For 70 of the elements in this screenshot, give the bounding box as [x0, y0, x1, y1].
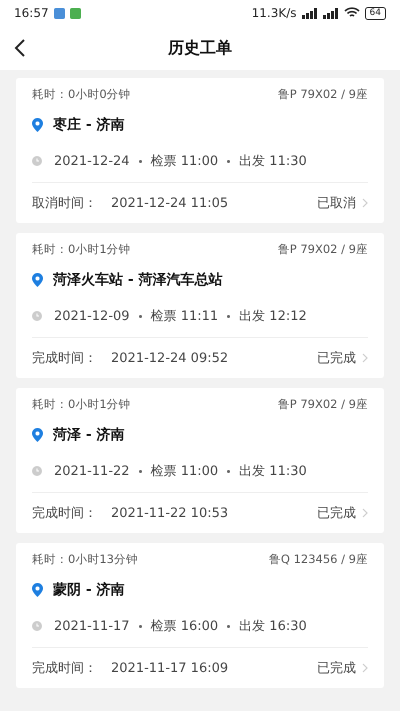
order-card[interactable]: 耗时：0小时1分钟 鲁P 79X02 / 9座 菏泽 - 济南 2021-11-22 检票 11:00 出发 11:30 完成时间： 2021-11-22 10:53 已完成: [16, 388, 384, 533]
location-pin-icon: [32, 583, 43, 597]
app-icon: [54, 8, 65, 18]
order-status: 已完成: [317, 660, 356, 677]
clock-time: 16:57: [14, 6, 49, 20]
order-status: 已取消: [317, 195, 356, 212]
chevron-right-icon: [362, 508, 368, 518]
order-card[interactable]: 耗时：0小时1分钟 鲁P 79X02 / 9座 菏泽火车站 - 菏泽汽车总站 2021-12-09 检票 11:11 出发 12:12 完成时间： 2021-12-24 09:52 已完成: [16, 233, 384, 378]
page-title: 历史工单: [168, 38, 232, 58]
duration-text: 耗时：0小时13分钟: [32, 552, 138, 566]
dot-icon: [227, 624, 230, 628]
time-value: 2021-11-22 10:53: [111, 506, 228, 520]
depart-time: 出发 12:12: [239, 308, 307, 325]
checkin-time: 检票 11:11: [150, 308, 218, 325]
time-label: 完成时间：: [32, 505, 97, 522]
dot-icon: [138, 314, 142, 318]
dot-icon: [227, 470, 230, 472]
chevron-right-icon: [362, 198, 368, 208]
date-text: 2021-11-22: [54, 464, 130, 478]
date-text: 2021-11-17: [54, 618, 130, 634]
time-label: 取消时间：: [32, 195, 97, 212]
route-text: 蒙阴 - 济南: [53, 581, 125, 599]
date-text: 2021-12-09: [54, 308, 130, 324]
clock-icon: [32, 621, 42, 631]
vehicle-text: 鲁P 79X02 / 9座: [278, 396, 368, 412]
route-text: 枣庄 - 济南: [53, 116, 125, 134]
clock-icon: [32, 466, 42, 476]
checkin-time: 检票 16:00: [150, 618, 218, 635]
vehicle-text: 鲁P 79X02 / 9座: [278, 86, 368, 102]
route-text: 菏泽火车站 - 菏泽汽车总站: [53, 271, 223, 289]
time-label: 完成时间：: [32, 350, 97, 367]
time-value: 2021-11-17 16:09: [111, 660, 228, 676]
duration-text: 耗时：0小时0分钟: [32, 86, 131, 102]
clock-icon: [32, 156, 42, 166]
battery-indicator: 64: [364, 6, 386, 20]
signal-icon: [302, 8, 318, 18]
location-pin-icon: [32, 273, 43, 287]
duration-text: 耗时：0小时1分钟: [32, 242, 131, 256]
checkin-time: 检票 11:00: [150, 463, 218, 480]
order-card[interactable]: 耗时：0小时0分钟 鲁P 79X02 / 9座 枣庄 - 济南 2021-12-24 检票 11:00 出发 11:30 取消时间： 2021-12-24 11:05 已取消: [16, 78, 384, 223]
time-value: 2021-12-24 09:52: [111, 350, 228, 366]
dot-icon: [138, 160, 142, 162]
order-status: 已完成: [317, 505, 356, 522]
dot-icon: [227, 314, 230, 318]
network-speed: 11.3K/s: [252, 6, 297, 20]
route-text: 菏泽 - 济南: [53, 426, 125, 444]
chevron-right-icon: [362, 353, 368, 363]
dot-icon: [138, 470, 142, 472]
depart-time: 出发 16:30: [239, 618, 307, 635]
dot-icon: [227, 160, 230, 162]
order-status: 已完成: [317, 350, 356, 367]
vehicle-text: 鲁P 79X02 / 9座: [278, 242, 368, 256]
chevron-right-icon: [362, 663, 368, 673]
location-pin-icon: [32, 118, 43, 132]
time-label: 完成时间：: [32, 660, 97, 677]
checkin-time: 检票 11:00: [150, 153, 218, 170]
back-icon[interactable]: [14, 39, 26, 57]
duration-text: 耗时：0小时1分钟: [32, 396, 131, 412]
location-pin-icon: [32, 428, 43, 442]
clock-icon: [32, 311, 42, 321]
wifi-icon: [344, 7, 360, 19]
time-value: 2021-12-24 11:05: [111, 196, 228, 210]
signal-icon: [322, 8, 339, 18]
order-card[interactable]: 耗时：0小时13分钟 鲁Q 123456 / 9座 蒙阴 - 济南 2021-11-17 检票 16:00 出发 16:30 完成时间： 2021-11-17 16:09 已完成: [16, 543, 384, 688]
date-text: 2021-12-24: [54, 154, 130, 168]
depart-time: 出发 11:30: [239, 153, 307, 170]
app-icon: [70, 8, 81, 18]
vehicle-text: 鲁Q 123456 / 9座: [268, 552, 368, 566]
dot-icon: [138, 624, 142, 628]
depart-time: 出发 11:30: [239, 463, 307, 480]
